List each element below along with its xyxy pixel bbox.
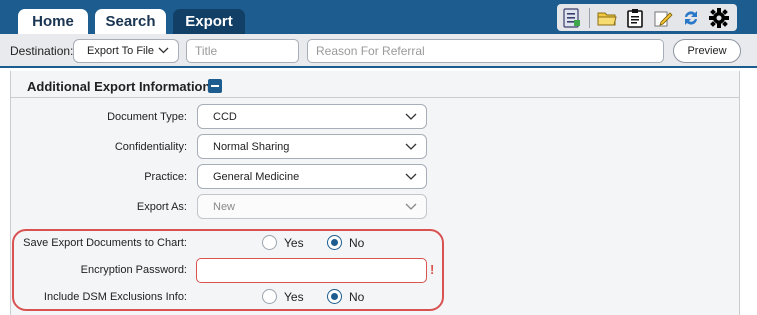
edit-note-icon[interactable] (652, 7, 674, 29)
chevron-down-icon (405, 201, 417, 213)
chevron-down-icon (405, 171, 417, 183)
encryption-password-label: Encryption Password: (80, 264, 187, 276)
save-to-chart-no-label: No (349, 235, 365, 250)
radio-selected-icon (327, 289, 342, 304)
tab-home[interactable]: Home (18, 9, 88, 34)
document-list-icon[interactable] (561, 7, 583, 29)
section-title: Additional Export Information (27, 79, 211, 94)
include-dsm-yes-label: Yes (284, 289, 304, 304)
include-dsm-no-radio[interactable]: No (327, 289, 364, 304)
practice-label: Practice: (144, 171, 187, 183)
export-as-value: New (213, 200, 236, 213)
title-placeholder: Title (195, 44, 218, 58)
encryption-password-input[interactable] (196, 258, 427, 283)
export-as-label: Export As: (136, 201, 187, 213)
document-type-value: CCD (213, 110, 237, 123)
preview-button[interactable]: Preview (673, 39, 741, 63)
chevron-down-icon (405, 111, 417, 123)
toolbar (557, 4, 737, 31)
practice-dropdown[interactable]: General Medicine (197, 164, 427, 189)
chevron-down-icon (405, 141, 417, 153)
chevron-down-icon (158, 45, 169, 57)
radio-selected-icon (327, 235, 342, 250)
clipboard-icon[interactable] (624, 7, 646, 29)
destination-bar: Destination: Export To File Title Reason… (0, 34, 757, 68)
tab-search-label: Search (105, 13, 156, 30)
title-input[interactable]: Title (186, 39, 299, 63)
required-warning-icon: ! (430, 262, 435, 277)
document-type-label: Document Type: (107, 111, 187, 123)
include-dsm-yes-radio[interactable]: Yes (262, 289, 304, 304)
settings-gear-icon[interactable] (708, 7, 730, 29)
folder-icon[interactable] (596, 7, 618, 29)
confidentiality-dropdown[interactable]: Normal Sharing (197, 134, 427, 159)
save-to-chart-yes-label: Yes (284, 235, 304, 250)
tab-export-label: Export (185, 13, 233, 30)
tab-home-label: Home (32, 13, 74, 30)
tab-export[interactable]: Export (173, 9, 245, 34)
collapse-minus-icon[interactable] (208, 79, 222, 93)
reason-placeholder: Reason For Referral (316, 44, 425, 58)
reason-for-referral-input[interactable]: Reason For Referral (307, 39, 664, 63)
include-dsm-label: Include DSM Exclusions Info: (43, 291, 187, 303)
save-to-chart-yes-radio[interactable]: Yes (262, 235, 304, 250)
destination-label: Destination: (10, 44, 74, 58)
toolbar-divider (589, 7, 590, 28)
document-type-dropdown[interactable]: CCD (197, 104, 427, 129)
radio-unselected-icon (262, 289, 277, 304)
confidentiality-value: Normal Sharing (213, 140, 290, 153)
save-to-chart-no-radio[interactable]: No (327, 235, 364, 250)
destination-value: Export To File (87, 45, 155, 57)
include-dsm-no-label: No (349, 289, 365, 304)
save-to-chart-label: Save Export Documents to Chart: (23, 237, 187, 249)
practice-value: General Medicine (213, 170, 300, 183)
export-as-dropdown[interactable]: New (197, 194, 427, 219)
radio-unselected-icon (262, 235, 277, 250)
section-header: Additional Export Information (10, 74, 740, 98)
confidentiality-label: Confidentiality: (114, 141, 187, 153)
destination-dropdown[interactable]: Export To File (73, 39, 179, 63)
tab-search[interactable]: Search (95, 9, 166, 34)
preview-label: Preview (687, 45, 727, 57)
top-nav-bar: Home Search Export (0, 0, 757, 34)
refresh-icon[interactable] (680, 7, 702, 29)
